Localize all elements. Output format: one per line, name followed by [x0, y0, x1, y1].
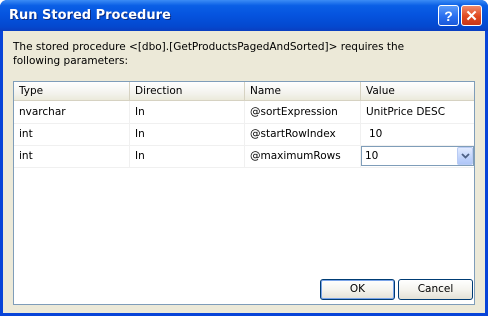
cell-name: @maximumRows: [245, 145, 361, 167]
dropdown-selected-value: 10: [365, 150, 379, 162]
cell-name: @startRowIndex: [245, 123, 361, 145]
window-title: Run Stored Procedure: [9, 8, 171, 23]
parameters-grid: Type Direction Name Value nvarchar In @s…: [13, 81, 475, 305]
help-button[interactable]: ?: [438, 5, 459, 26]
value-dropdown[interactable]: 10: [361, 146, 474, 166]
table-row[interactable]: nvarchar In @sortExpression UnitPrice DE…: [14, 101, 474, 124]
close-button[interactable]: ✕: [461, 5, 482, 26]
table-row[interactable]: int In @maximumRows 10: [14, 145, 474, 168]
column-header-direction[interactable]: Direction: [130, 82, 245, 100]
chevron-down-icon: [460, 153, 470, 159]
cell-direction: In: [130, 145, 245, 167]
close-icon: ✕: [465, 7, 478, 25]
dropdown-button[interactable]: [457, 147, 473, 165]
table-row[interactable]: int In @startRowIndex 10: [14, 123, 474, 146]
grid-header: Type Direction Name Value: [14, 82, 474, 101]
cancel-button[interactable]: Cancel: [398, 279, 473, 300]
cell-type: int: [14, 123, 130, 145]
column-header-type[interactable]: Type: [14, 82, 130, 100]
cell-type: nvarchar: [14, 101, 130, 123]
dialog-body: The stored procedure <[dbo].[GetProducts…: [3, 31, 485, 313]
column-header-name[interactable]: Name: [245, 82, 361, 100]
ok-button[interactable]: OK: [320, 279, 395, 300]
cell-value[interactable]: 10: [361, 123, 474, 145]
help-icon: ?: [444, 7, 453, 24]
dialog-window: Run Stored Procedure ? ✕ The stored proc…: [0, 0, 488, 316]
cell-type: int: [14, 145, 130, 167]
cell-direction: In: [130, 123, 245, 145]
column-header-value[interactable]: Value: [361, 82, 474, 100]
title-bar[interactable]: Run Stored Procedure ? ✕: [0, 0, 488, 31]
description-text: The stored procedure <[dbo].[GetProducts…: [13, 41, 405, 67]
cell-value[interactable]: UnitPrice DESC: [361, 101, 474, 123]
cell-direction: In: [130, 101, 245, 123]
cell-name: @sortExpression: [245, 101, 361, 123]
